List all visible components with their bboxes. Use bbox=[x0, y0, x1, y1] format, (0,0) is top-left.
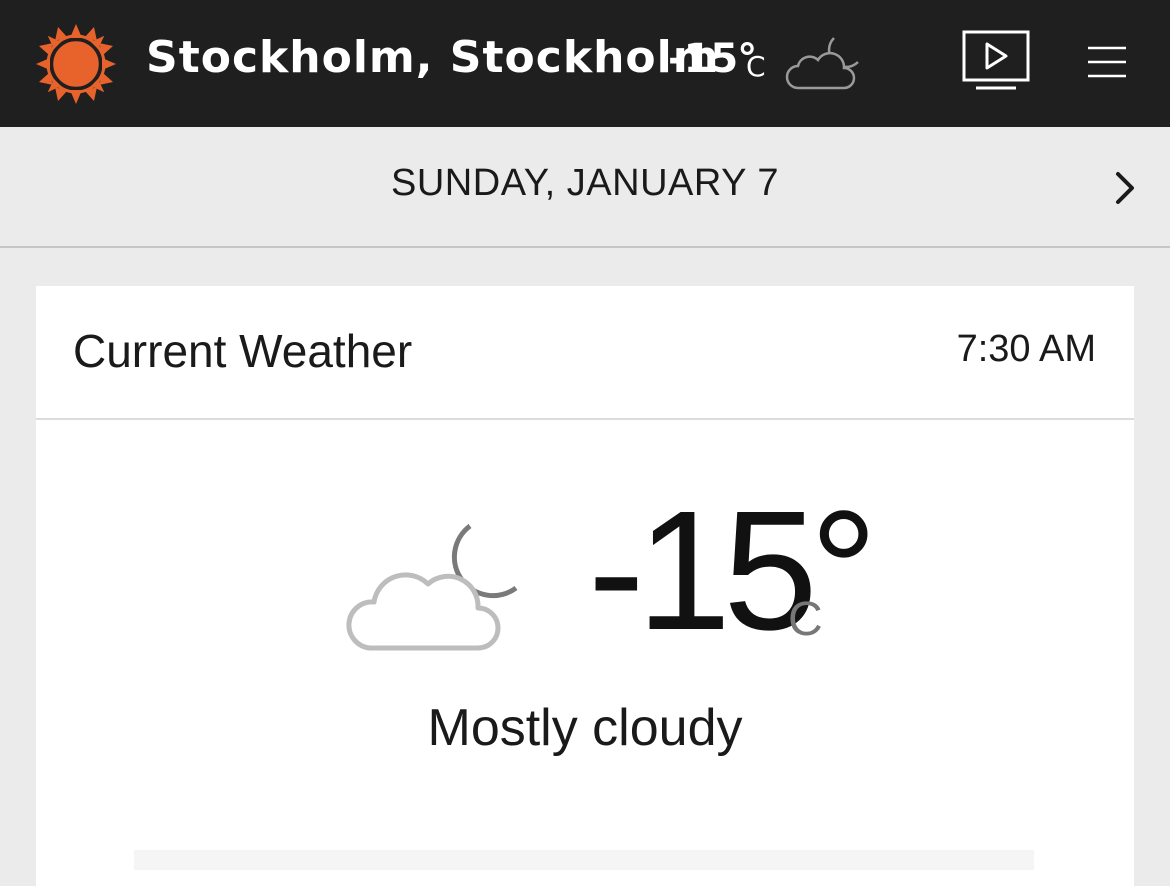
hamburger-menu-icon[interactable] bbox=[1086, 42, 1128, 82]
cloud-moon-icon bbox=[785, 37, 859, 90]
weather-condition: Mostly cloudy bbox=[427, 699, 743, 757]
video-play-icon[interactable] bbox=[960, 28, 1032, 94]
card-title: Current Weather bbox=[73, 325, 413, 377]
current-weather-card[interactable]: Current Weather 7:30 AM -15° C Mostly cl… bbox=[36, 286, 1134, 886]
date-label: SUNDAY, JANUARY 7 bbox=[391, 162, 779, 204]
header-temperature: -15° bbox=[668, 36, 757, 82]
header-temperature-unit: C bbox=[746, 50, 766, 83]
card-header: Current Weather 7:30 AM bbox=[36, 286, 1134, 420]
current-temperature-unit: C bbox=[788, 593, 823, 646]
current-temperature: -15° bbox=[588, 476, 878, 666]
observation-time: 7:30 AM bbox=[956, 328, 1096, 370]
card-details-strip bbox=[134, 850, 1034, 870]
top-navigation-bar: Stockholm, Stockholm -15° C bbox=[0, 0, 1170, 127]
location-name[interactable]: Stockholm, Stockholm bbox=[146, 32, 720, 83]
sun-logo-icon[interactable] bbox=[34, 22, 118, 106]
cloud-moon-icon bbox=[346, 523, 518, 651]
chevron-right-icon[interactable] bbox=[1108, 166, 1142, 210]
